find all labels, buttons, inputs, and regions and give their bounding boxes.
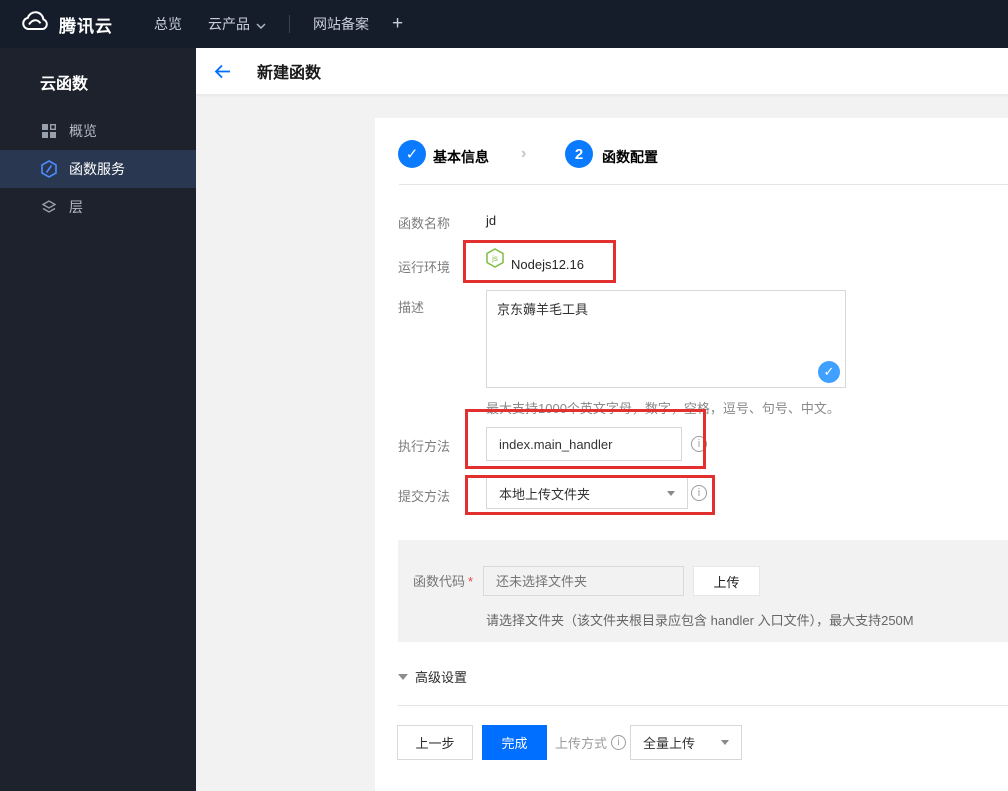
divider [398,705,1008,706]
caret-down-icon [721,740,729,745]
upload-mode-select[interactable]: 全量上传 [630,725,742,760]
description-hint: 最大支持1000个英文字母，数字，空格，逗号、句号、中文。 [486,401,840,416]
info-icon[interactable]: i [691,485,707,501]
nav-item-cloud-products[interactable]: 云产品 [195,0,279,48]
arrow-left-icon [214,64,230,78]
check-icon: ✓ [405,146,419,163]
runtime-value: Nodejs12.16 [511,257,584,272]
required-asterisk: * [468,574,474,589]
upload-mode-value: 全量上传 [643,736,696,751]
caret-down-icon [667,490,675,496]
layers-icon [40,198,58,216]
description-textarea[interactable]: 京东薅羊毛工具 [486,290,846,388]
handler-input[interactable] [486,427,682,461]
step-1-label: 基本信息 [433,149,489,165]
back-button[interactable] [214,64,231,79]
nav-item-label: 总览 [154,16,182,32]
top-navbar: 腾讯云 总览 云产品 网站备案 + [0,0,1008,48]
sidebar: 云函数 概览 函数服务 层 [0,48,196,791]
upload-mode: 上传方式 i [555,725,627,760]
info-icon[interactable]: i [611,735,627,750]
sidebar-item-label: 函数服务 [69,161,125,177]
step-2-number: 2 [574,145,584,163]
sidebar-item-label: 概览 [69,123,97,139]
advanced-settings-label: 高级设置 [415,670,468,685]
page-title: 新建函数 [257,65,322,82]
description-label: 描述 [398,300,425,315]
function-name-value: jd [486,213,497,228]
brand-name: 腾讯云 [59,16,113,36]
step-2-circle: 2 [565,140,593,168]
nav-item-website-filing[interactable]: 网站备案 [300,0,382,48]
submit-method-select[interactable]: 本地上传文件夹 [486,477,688,509]
step-2-label: 函数配置 [602,149,658,165]
function-code-hint: 请选择文件夹（该文件夹根目录应包含 handler 入口文件），最大支持250M [486,613,914,628]
upload-mode-label: 上传方式 [555,736,608,751]
nodejs-icon: js [486,248,504,273]
function-hexagon-icon [40,160,58,178]
runtime-label: 运行环境 [398,260,451,275]
handler-label: 执行方法 [398,439,451,454]
chevron-down-icon [256,16,266,32]
step-1-circle: ✓ [398,140,426,168]
tencent-cloud-logo[interactable]: 腾讯云 [0,10,113,39]
sidebar-item-overview[interactable]: 概览 [0,112,196,150]
submit-method-value: 本地上传文件夹 [499,486,591,502]
upload-button[interactable]: 上传 [693,566,760,596]
submit-method-label: 提交方法 [398,489,451,504]
add-nav-tab-button[interactable]: + [382,0,413,48]
function-code-section: 函数代码* 上传 请选择文件夹（该文件夹根目录应包含 handler 入口文件）… [398,540,1008,642]
page-header: 新建函数 [196,48,1008,95]
function-name-label: 函数名称 [398,216,451,231]
info-icon[interactable]: i [691,436,707,452]
nav-links: 总览 云产品 网站备案 + [141,0,413,48]
function-code-label-text: 函数代码 [413,574,466,589]
folder-path-input[interactable] [483,566,684,596]
sidebar-item-label: 层 [69,199,83,215]
sidebar-item-function-service[interactable]: 函数服务 [0,150,196,188]
nav-item-overview[interactable]: 总览 [141,0,195,48]
nav-item-label: 网站备案 [313,16,369,32]
create-function-panel: ✓ 基本信息 › 2 函数配置 函数名称 jd 运行环境 js Nodejs12… [375,118,1008,791]
nav-item-label: 云产品 [208,16,250,32]
cloud-logo-icon [18,10,50,39]
sidebar-title: 云函数 [40,76,89,93]
divider [399,184,1008,185]
grid-icon [40,122,58,140]
triangle-down-icon [398,673,408,680]
svg-text:js: js [491,254,498,263]
advanced-settings-toggle[interactable]: 高级设置 [398,667,467,686]
sidebar-item-layers[interactable]: 层 [0,188,196,226]
nav-divider [289,15,290,33]
prev-step-button[interactable]: 上一步 [397,725,473,760]
chevron-right-icon: › [521,145,527,162]
finish-button[interactable]: 完成 [482,725,547,760]
valid-check-icon: ✓ [818,361,840,383]
function-code-label: 函数代码 * [413,571,473,590]
